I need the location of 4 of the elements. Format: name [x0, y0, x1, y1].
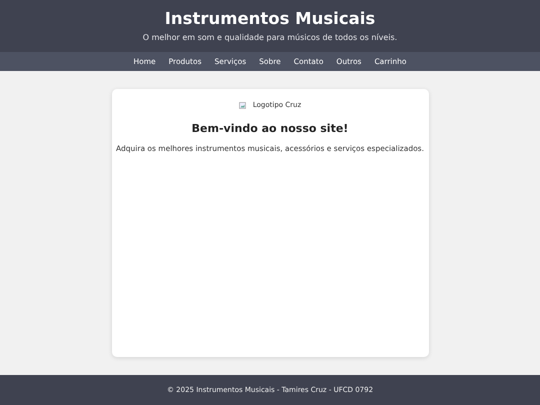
site-title: Instrumentos Musicais: [164, 8, 376, 29]
broken-image-icon: [238, 102, 246, 108]
site-subtitle: O melhor em som e qualidade para músicos de todos os níveis.: [142, 33, 398, 42]
welcome-heading: Bem-vindo ao nosso site!: [192, 122, 348, 135]
